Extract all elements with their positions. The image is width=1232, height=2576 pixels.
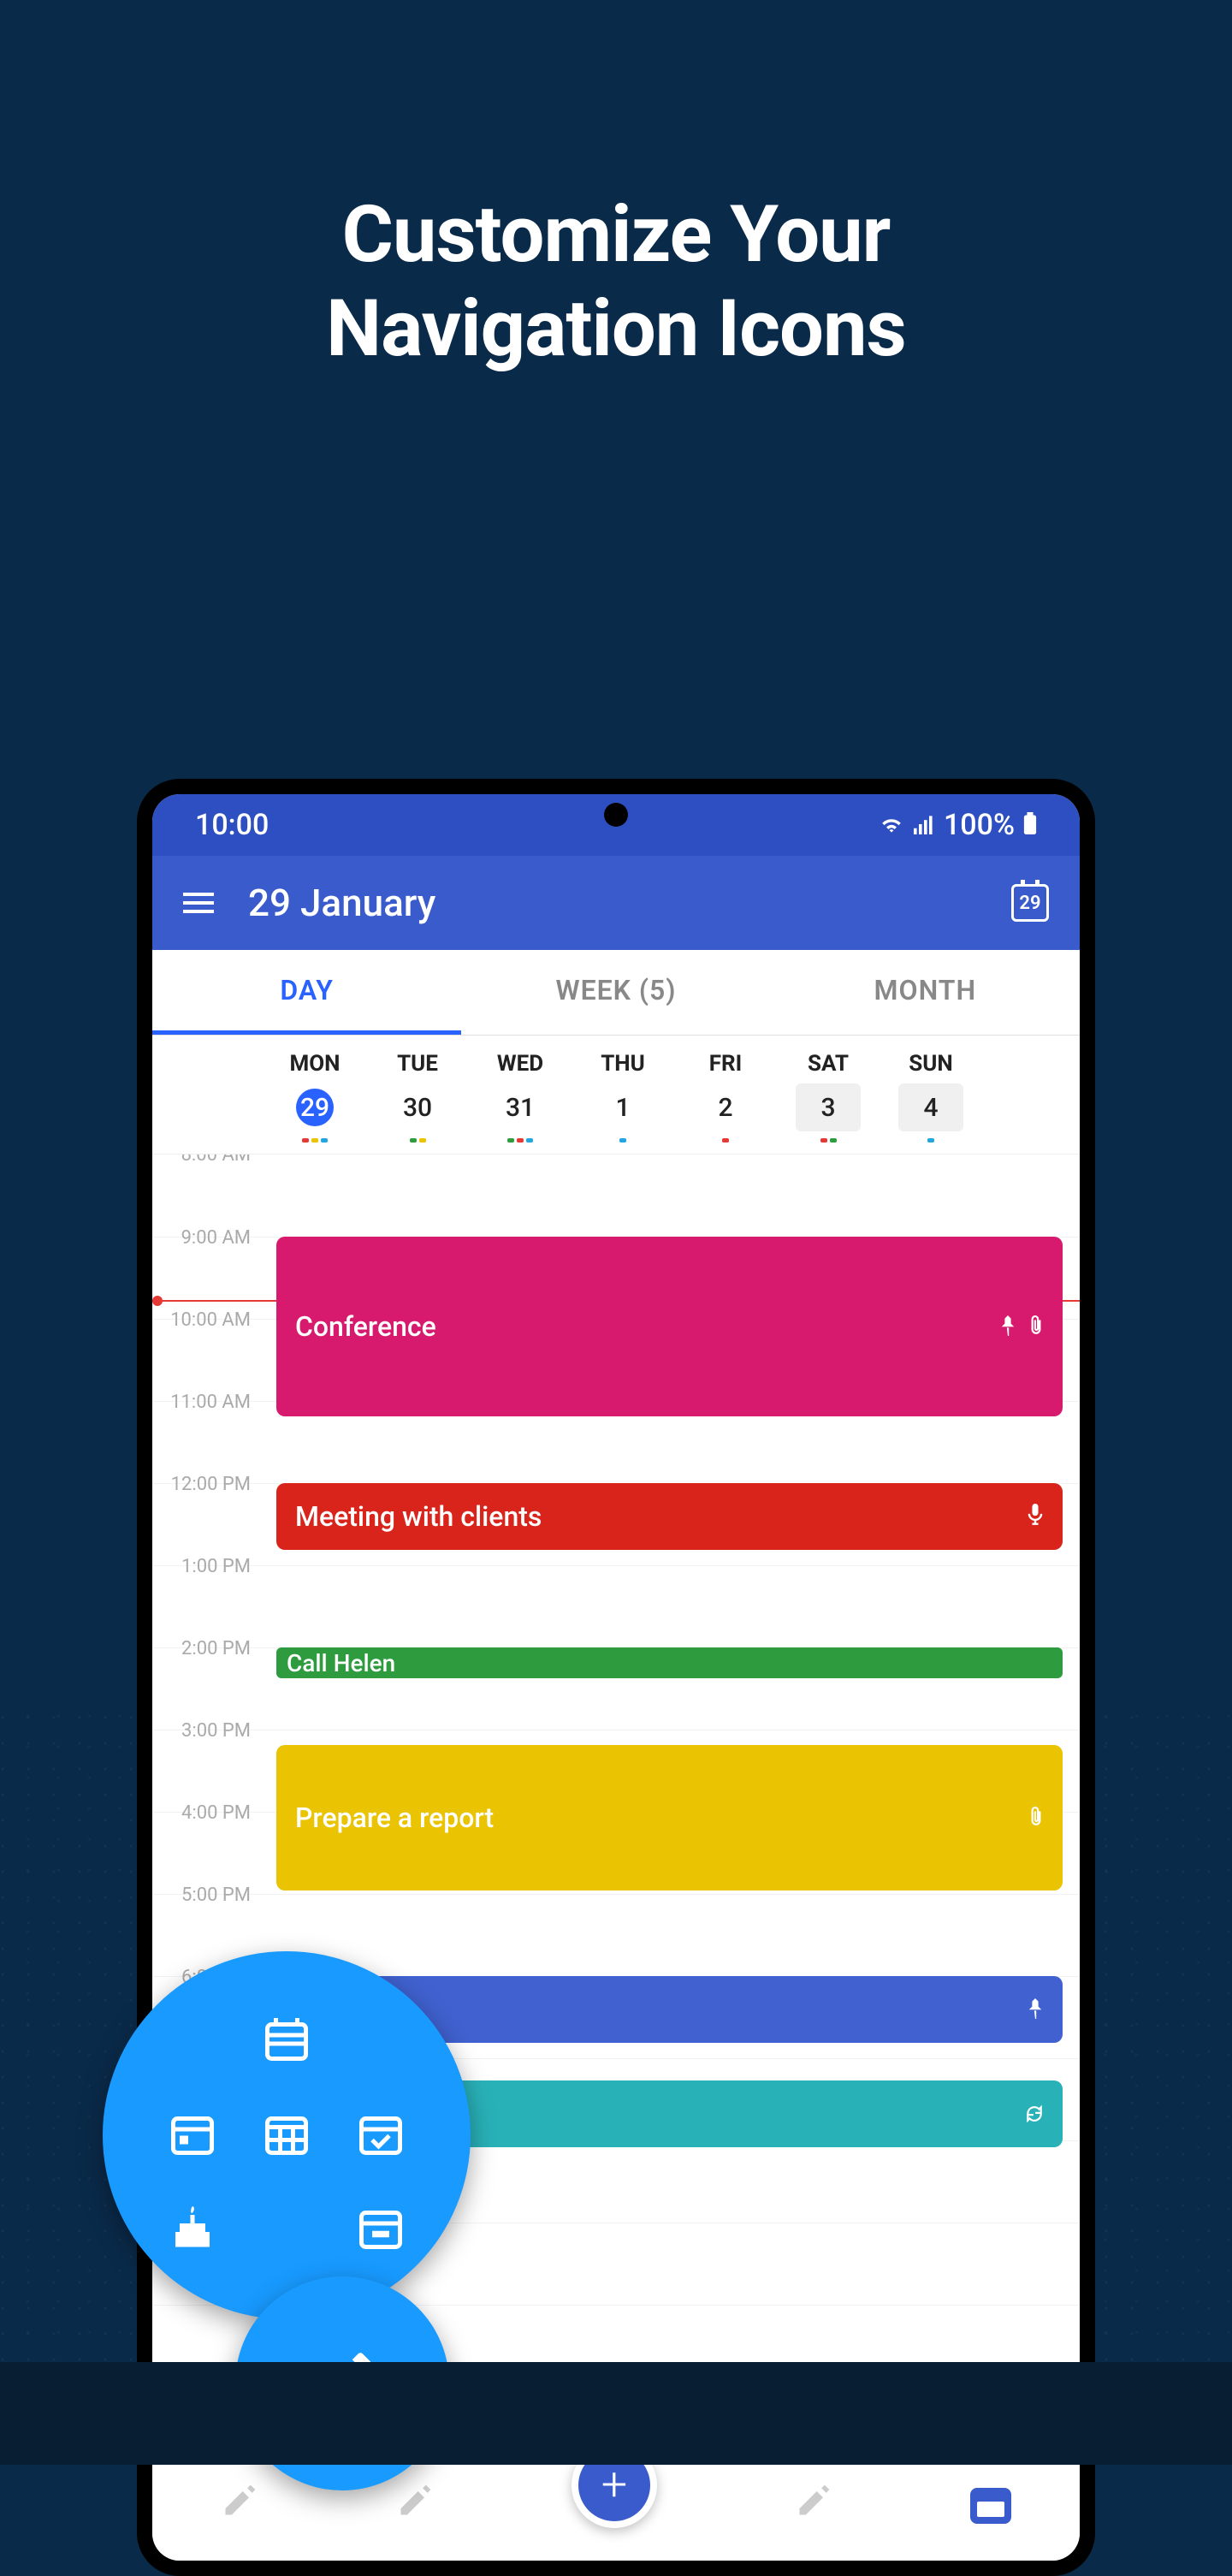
event-conference[interactable]: Conference xyxy=(276,1237,1063,1416)
nav-edit-3[interactable] xyxy=(795,2482,832,2529)
hour-label: 12:00 PM xyxy=(152,1474,268,1495)
icon-picker-bubble[interactable] xyxy=(103,1951,471,2319)
status-right: 100% xyxy=(879,808,1037,842)
event-dots xyxy=(820,1138,837,1143)
hour-label: 10:00 AM xyxy=(152,1309,268,1331)
calendar-variant-3-icon[interactable] xyxy=(261,2108,312,2163)
hero-line2: Navigation Icons xyxy=(326,283,906,375)
signal-icon xyxy=(913,808,935,842)
tab-week[interactable]: WEEK (5) xyxy=(461,950,770,1035)
mic-icon xyxy=(1027,1500,1044,1533)
clip-icon xyxy=(1028,1801,1044,1834)
event-icons xyxy=(999,1310,1044,1343)
event-title: Prepare a report xyxy=(295,1801,494,1834)
event-title: Meeting with clients xyxy=(295,1500,542,1533)
calendar-variant-2-icon[interactable] xyxy=(167,2108,218,2163)
today-calendar-day: 29 xyxy=(1019,893,1040,914)
day-col-sat[interactable]: SAT 3 xyxy=(777,1051,880,1143)
nav-calendar-icon[interactable] xyxy=(970,2488,1011,2524)
calendar-variant-1-icon[interactable] xyxy=(261,2014,312,2069)
day-of-week-label: WED xyxy=(497,1051,543,1077)
event-dots xyxy=(507,1138,533,1143)
day-col-thu[interactable]: THU 1 xyxy=(572,1051,674,1143)
week-strip: MON 29 TUE 30 WED 31 THU 1 FRI 2 SAT 3 SUN 4 xyxy=(152,1036,1080,1154)
event-title: Call Helen xyxy=(287,1649,395,1677)
day-number: 30 xyxy=(399,1089,436,1126)
event-dots xyxy=(302,1138,328,1143)
clip-icon xyxy=(1028,1310,1044,1343)
day-col-fri[interactable]: FRI 2 xyxy=(674,1051,777,1143)
day-of-week-label: MON xyxy=(289,1051,340,1077)
hour-label: 9:00 AM xyxy=(152,1227,268,1249)
pin-icon xyxy=(999,1310,1016,1343)
hero-line1: Customize Your xyxy=(342,189,891,281)
event-meeting-with-clients[interactable]: Meeting with clients xyxy=(276,1483,1063,1550)
nav-edit-2[interactable] xyxy=(396,2482,434,2529)
day-number: 4 xyxy=(912,1089,950,1126)
day-number: 1 xyxy=(604,1089,642,1126)
wifi-icon xyxy=(879,808,904,842)
status-time: 10:00 xyxy=(195,808,269,842)
header-title: 29 January xyxy=(248,881,977,925)
calendar-minus-icon[interactable] xyxy=(355,2202,406,2257)
nav-edit-1[interactable] xyxy=(221,2482,258,2529)
day-number: 31 xyxy=(501,1089,539,1126)
event-dots xyxy=(927,1138,934,1143)
event-dots xyxy=(619,1138,626,1143)
battery-text: 100% xyxy=(944,808,1015,842)
hour-label: 3:00 PM xyxy=(152,1720,268,1742)
hour-label: 1:00 PM xyxy=(152,1556,268,1577)
day-of-week-label: FRI xyxy=(709,1051,743,1077)
day-col-wed[interactable]: WED 31 xyxy=(469,1051,572,1143)
event-dots xyxy=(410,1138,426,1143)
hour-label: 5:00 PM xyxy=(152,1885,268,1906)
day-col-mon[interactable]: MON 29 xyxy=(264,1051,366,1143)
camera-notch xyxy=(604,803,628,827)
pin-icon xyxy=(1027,1993,1044,2026)
event-call-helen[interactable]: Call Helen xyxy=(276,1647,1063,1678)
battery-icon xyxy=(1023,808,1037,842)
event-icons xyxy=(1027,1993,1044,2026)
hour-label: 8:00 AM xyxy=(152,1154,268,1166)
app-header: 29 January 29 xyxy=(152,856,1080,950)
event-icons xyxy=(1027,1500,1044,1533)
hour-label: 11:00 AM xyxy=(152,1392,268,1413)
tab-day[interactable]: DAY xyxy=(152,950,461,1035)
refresh-icon xyxy=(1025,2098,1044,2130)
event-dots xyxy=(722,1138,729,1143)
day-col-tue[interactable]: TUE 30 xyxy=(366,1051,469,1143)
day-of-week-label: SUN xyxy=(909,1051,953,1077)
bottom-band xyxy=(0,2362,1232,2465)
tab-month[interactable]: MONTH xyxy=(771,950,1080,1035)
day-number: 3 xyxy=(809,1089,847,1126)
birthday-cake-icon[interactable] xyxy=(167,2202,218,2257)
event-title: Conference xyxy=(295,1310,436,1343)
event-icons xyxy=(1028,1801,1044,1834)
hero-title: Customize Your Navigation Icons xyxy=(326,188,906,377)
hamburger-menu-icon[interactable] xyxy=(183,893,214,913)
calendar-check-icon[interactable] xyxy=(355,2108,406,2163)
day-number: 29 xyxy=(296,1089,334,1126)
hour-label: 4:00 PM xyxy=(152,1802,268,1824)
day-col-sun[interactable]: SUN 4 xyxy=(880,1051,982,1143)
event-icons xyxy=(1025,2098,1044,2130)
day-of-week-label: THU xyxy=(601,1051,645,1077)
day-of-week-label: SAT xyxy=(808,1051,849,1077)
hour-label: 2:00 PM xyxy=(152,1638,268,1659)
event-prepare-a-report[interactable]: Prepare a report xyxy=(276,1745,1063,1890)
day-number: 2 xyxy=(707,1089,744,1126)
today-calendar-icon[interactable]: 29 xyxy=(1011,884,1049,922)
view-tabs: DAYWEEK (5)MONTH xyxy=(152,950,1080,1036)
day-of-week-label: TUE xyxy=(397,1051,438,1077)
fab-plus-icon: + xyxy=(601,2458,628,2512)
